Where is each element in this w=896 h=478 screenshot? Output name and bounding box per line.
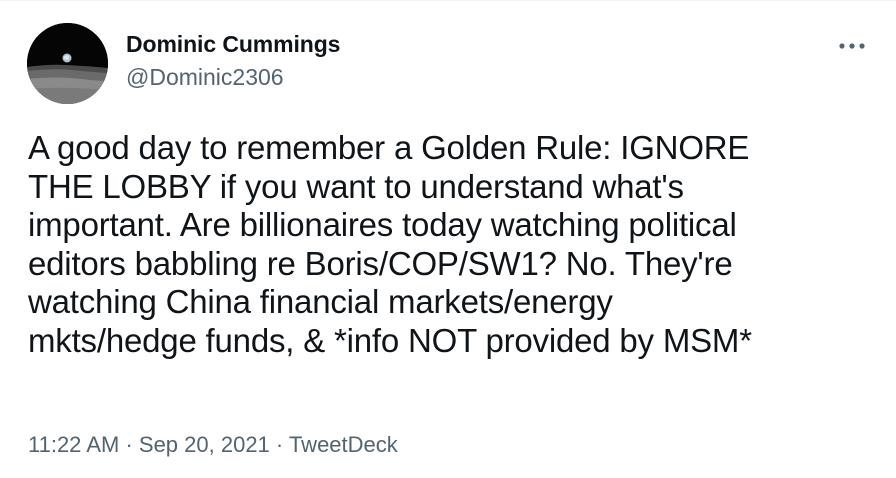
avatar[interactable] [27,23,108,104]
meta-separator: · [269,432,289,457]
earthrise-avatar-image [27,23,108,104]
display-name[interactable]: Dominic Cummings [126,30,340,58]
more-horizontal-icon [839,43,865,49]
more-options-button[interactable] [838,36,866,56]
meta-separator: · [119,432,139,457]
top-divider [0,0,896,1]
tweet-text: A good day to remember a Golden Rule: IG… [28,129,752,359]
author-block: Dominic Cummings @Dominic2306 [126,30,340,91]
tweet-meta: 11:22 AM · Sep 20, 2021 · TweetDeck [28,431,398,459]
handle[interactable]: @Dominic2306 [126,63,340,91]
tweet-card: Dominic Cummings @Dominic2306 A good day… [0,0,896,478]
tweet-date[interactable]: Sep 20, 2021 [139,432,270,457]
tweet-source[interactable]: TweetDeck [289,432,398,457]
tweet-time[interactable]: 11:22 AM [28,432,119,457]
